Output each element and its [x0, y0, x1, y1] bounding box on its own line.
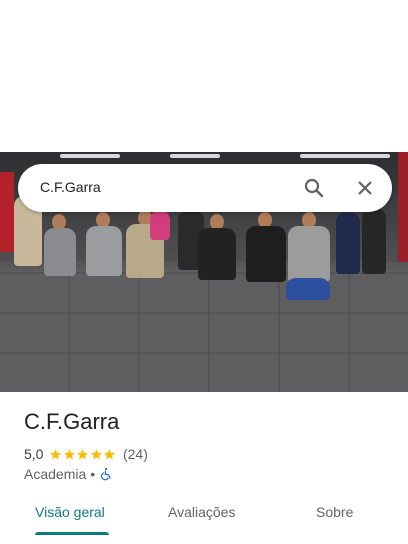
rating-stars: [49, 448, 117, 461]
wheelchair-icon: [101, 467, 111, 481]
star-icon: [77, 448, 89, 459]
star-icon: [91, 448, 102, 459]
tab-overview[interactable]: Visão geral: [35, 504, 105, 520]
star-icon: [104, 448, 116, 459]
map-area: [0, 0, 408, 152]
tab-reviews[interactable]: Avaliações: [168, 504, 235, 520]
separator-dot: •: [90, 466, 96, 482]
place-category: Academia: [24, 466, 87, 482]
tab-about[interactable]: Sobre: [316, 504, 353, 520]
star-icon: [64, 448, 75, 459]
place-title: C.F.Garra: [24, 409, 120, 434]
search-input[interactable]: C.F.Garra: [40, 179, 101, 195]
active-tab-indicator: [35, 532, 109, 535]
search-icon[interactable]: [302, 176, 326, 200]
category-row: Academia •: [24, 466, 113, 482]
place-tabs: Visão geral Avaliações Sobre: [0, 494, 408, 544]
star-icon: [50, 448, 62, 459]
rating-value: 5,0: [24, 446, 44, 462]
rating-row[interactable]: 5,0 (24): [24, 446, 148, 462]
close-icon[interactable]: [353, 176, 377, 200]
review-count[interactable]: (24): [123, 446, 148, 462]
search-bar[interactable]: C.F.Garra: [18, 164, 392, 212]
